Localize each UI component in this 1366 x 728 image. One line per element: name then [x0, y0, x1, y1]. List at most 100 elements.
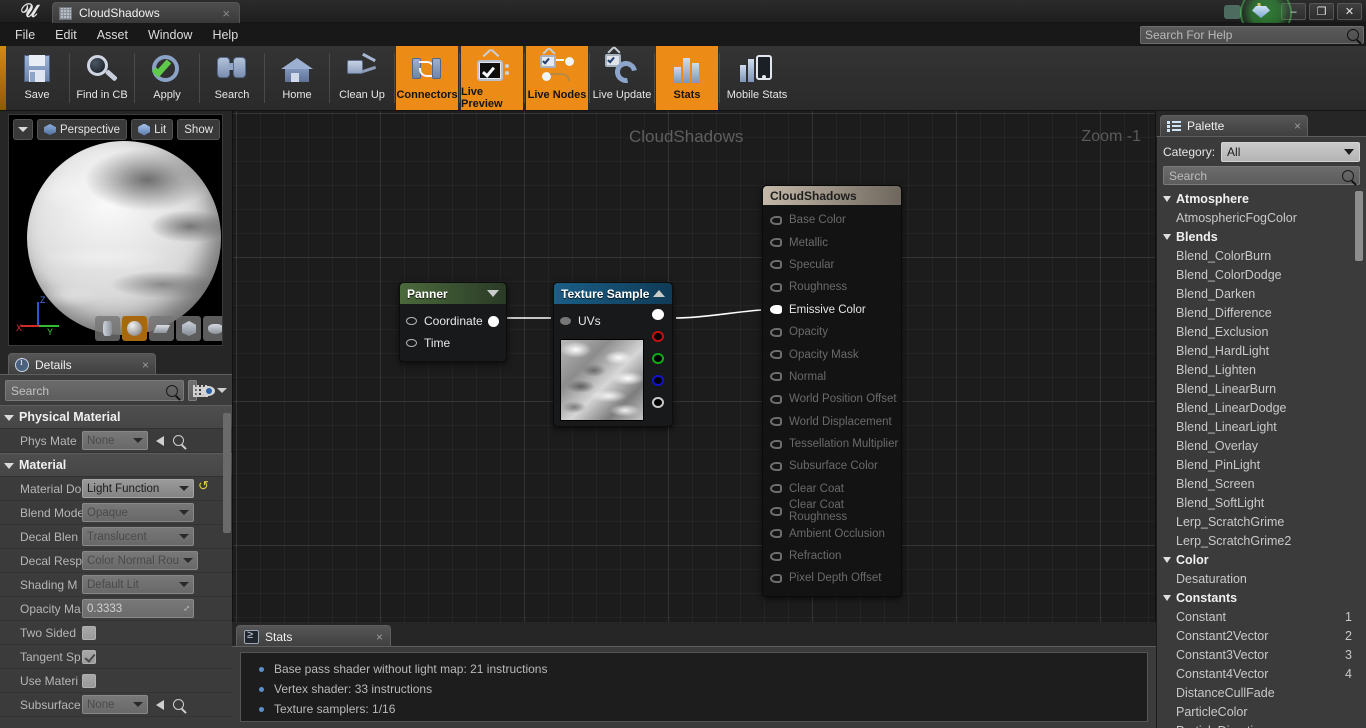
root-pin-clear-coat[interactable]: Clear Coat — [763, 478, 901, 500]
output-pin-g[interactable] — [652, 353, 664, 364]
palette-search-box[interactable] — [1163, 166, 1360, 185]
root-pin-subsurface-color[interactable]: Subsurface Color — [763, 455, 901, 477]
feedback-chat-icon[interactable] — [1224, 4, 1241, 19]
decal-response-combo[interactable]: Color Normal Roug — [82, 551, 198, 570]
output-pin-r[interactable] — [652, 331, 664, 342]
input-pin-icon[interactable] — [406, 317, 417, 325]
material-domain-combo[interactable]: Light Function — [82, 479, 194, 498]
output-pin-rgb[interactable] — [652, 309, 664, 320]
details-section-material[interactable]: Material — [0, 453, 232, 477]
tangent-space-normal-checkbox[interactable] — [82, 649, 96, 664]
palette-scrollbar[interactable] — [1355, 191, 1363, 261]
palette-item[interactable]: Blend_Exclusion — [1157, 322, 1366, 341]
root-pin-normal[interactable]: Normal — [763, 366, 901, 388]
toolbar-clean-up-button[interactable]: Clean Up — [331, 46, 393, 110]
input-pin-icon[interactable] — [770, 350, 782, 360]
two-sided-checkbox[interactable] — [82, 625, 96, 640]
palette-group-color[interactable]: Color — [1157, 550, 1366, 569]
palette-item[interactable]: Constant2Vector 2 — [1157, 626, 1366, 645]
root-pin-metallic[interactable]: Metallic — [763, 231, 901, 253]
toolbar-stats-button[interactable]: Stats — [656, 46, 718, 110]
phys-material-combo[interactable]: None — [82, 431, 148, 450]
palette-item[interactable]: Constant 1 — [1157, 607, 1366, 626]
palette-list[interactable]: Atmosphere AtmosphericFogColor Blends Blend… — [1157, 189, 1366, 728]
palette-item[interactable]: Lerp_ScratchGrime2 — [1157, 531, 1366, 550]
input-pin-icon[interactable] — [770, 282, 782, 292]
root-pin-emissive-color[interactable]: Emissive Color — [763, 299, 901, 321]
input-pin-icon[interactable] — [406, 339, 417, 347]
input-pin-icon[interactable] — [770, 506, 782, 516]
palette-item[interactable]: ParticleDirection — [1157, 721, 1366, 728]
palette-item[interactable]: Desaturation — [1157, 569, 1366, 588]
palette-item[interactable]: Blend_LinearDodge — [1157, 398, 1366, 417]
input-pin-icon[interactable] — [770, 327, 782, 337]
palette-item[interactable]: Blend_Lighten — [1157, 360, 1366, 379]
close-icon[interactable]: × — [1294, 119, 1301, 133]
close-icon[interactable]: × — [219, 6, 233, 21]
menu-edit[interactable]: Edit — [46, 25, 86, 45]
toolbar-home-button[interactable]: Home — [266, 46, 328, 110]
browse-icon[interactable] — [173, 435, 184, 446]
node-texture-sample-header[interactable]: Texture Sample — [554, 283, 672, 304]
output-pin-a[interactable] — [652, 397, 664, 408]
toolbar-mobile-stats-button[interactable]: Mobile Stats — [721, 46, 793, 110]
shading-model-combo[interactable]: Default Lit — [82, 575, 194, 594]
shape-teapot-button[interactable] — [203, 316, 222, 341]
node-panner-header[interactable]: Panner — [400, 283, 506, 304]
viewport-show-button[interactable]: Show — [177, 119, 221, 140]
chevron-up-icon[interactable] — [653, 290, 665, 297]
menu-asset[interactable]: Asset — [88, 25, 137, 45]
palette-item[interactable]: Blend_PinLight — [1157, 455, 1366, 474]
root-pin-opacity[interactable]: Opacity — [763, 321, 901, 343]
reset-arrow-icon[interactable] — [156, 699, 164, 710]
shape-sphere-button[interactable] — [122, 316, 147, 341]
palette-item[interactable]: Blend_Overlay — [1157, 436, 1366, 455]
details-visibility-button[interactable] — [201, 380, 227, 401]
stats-panel-tab[interactable]: Stats × — [236, 625, 391, 647]
asset-tab-cloudshadows[interactable]: CloudShadows × — [52, 2, 240, 23]
restore-button[interactable]: ❐ — [1309, 3, 1334, 20]
toolbar-live-update-button[interactable]: Live Update — [591, 46, 653, 110]
palette-item[interactable]: Blend_SoftLight — [1157, 493, 1366, 512]
palette-item[interactable]: Blend_Difference — [1157, 303, 1366, 322]
decal-blend-mode-combo[interactable]: Translucent — [82, 527, 194, 546]
subsurface-profile-combo[interactable]: None — [82, 695, 148, 714]
help-search-box[interactable] — [1140, 26, 1364, 44]
input-pin-icon[interactable] — [770, 461, 782, 471]
details-panel-tab[interactable]: Details × — [8, 353, 156, 375]
root-pin-pixel-depth-offset[interactable]: Pixel Depth Offset — [763, 567, 901, 589]
viewport-lit-button[interactable]: Lit — [131, 119, 174, 140]
root-pin-roughness[interactable]: Roughness — [763, 276, 901, 298]
root-pin-specular[interactable]: Specular — [763, 254, 901, 276]
palette-item[interactable]: Blend_Screen — [1157, 474, 1366, 493]
palette-item[interactable]: Blend_HardLight — [1157, 341, 1366, 360]
palette-item[interactable]: ParticleColor — [1157, 702, 1366, 721]
root-pin-clear-coat-roughness[interactable]: Clear Coat Roughness — [763, 499, 901, 523]
revert-icon[interactable] — [198, 478, 210, 495]
input-pin-icon[interactable] — [770, 238, 782, 248]
launcher-button[interactable] — [1240, 0, 1292, 39]
details-search-input[interactable] — [11, 383, 166, 398]
reset-arrow-icon[interactable] — [156, 435, 164, 446]
input-pin-icon[interactable] — [560, 317, 571, 325]
input-pin-icon[interactable] — [770, 439, 782, 449]
palette-item[interactable]: Blend_LinearBurn — [1157, 379, 1366, 398]
details-scrollbar[interactable] — [223, 413, 231, 533]
input-pin-icon[interactable] — [770, 215, 782, 225]
palette-group-blends[interactable]: Blends — [1157, 227, 1366, 246]
output-pin-icon[interactable] — [488, 315, 499, 327]
palette-item[interactable]: DistanceCullFade — [1157, 683, 1366, 702]
output-pin-b[interactable] — [652, 375, 664, 386]
blend-mode-combo[interactable]: Opaque — [82, 503, 194, 522]
viewport-perspective-button[interactable]: Perspective — [37, 119, 128, 140]
palette-item[interactable]: Blend_ColorBurn — [1157, 246, 1366, 265]
toolbar-apply-button[interactable]: Apply — [136, 46, 198, 110]
input-pin-icon[interactable] — [770, 417, 782, 427]
details-section-physical-material[interactable]: Physical Material — [0, 405, 232, 429]
material-graph-canvas[interactable]: CloudShadows Zoom -1 MATERIAL Panner Coo… — [232, 111, 1156, 622]
palette-group-atmosphere[interactable]: Atmosphere — [1157, 189, 1366, 208]
opacity-mask-clip-field[interactable]: 0.3333 ↕ — [82, 599, 194, 618]
input-pin-icon[interactable] — [770, 551, 782, 561]
root-pin-tessellation-multiplier[interactable]: Tessellation Multiplier — [763, 433, 901, 455]
input-pin-icon[interactable] — [770, 260, 782, 270]
